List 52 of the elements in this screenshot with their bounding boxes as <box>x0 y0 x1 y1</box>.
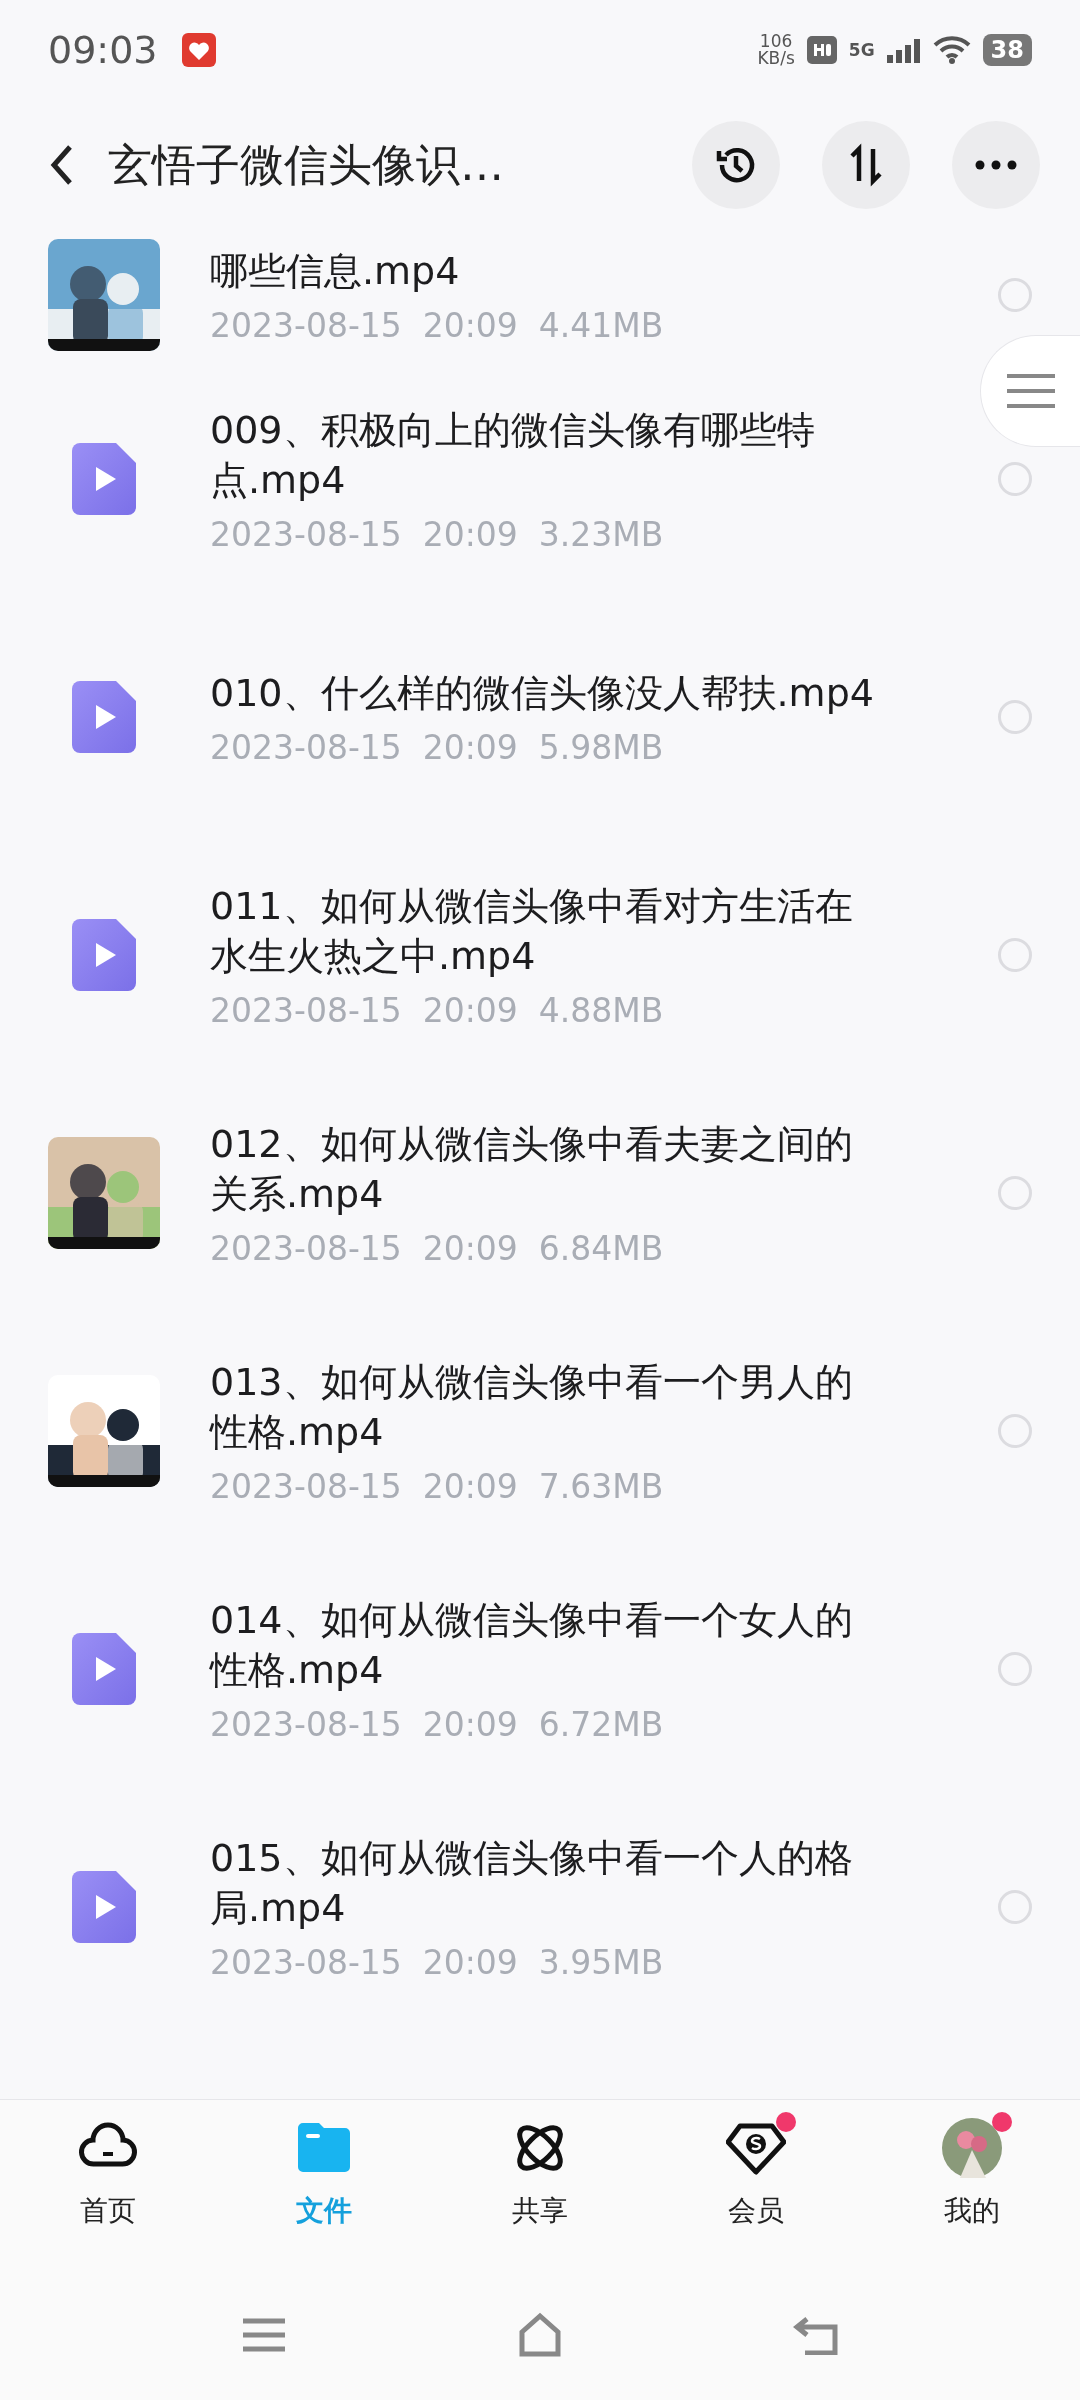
file-meta: 2023-08-15 20:09 4.88MB <box>210 990 665 1030</box>
file-row[interactable]: 014、如何从微信头像中看一个女人的性格.mp4 2023-08-15 20:09 6.72MB <box>0 1550 1080 1788</box>
video-file-icon <box>72 919 136 991</box>
file-name: 009、积极向上的微信头像有哪些特点.mp4 <box>210 406 816 504</box>
file-meta: 2023-08-15 20:09 6.84MB <box>210 1228 665 1268</box>
menu-icon <box>1004 373 1057 409</box>
avatar-icon <box>942 2118 1002 2178</box>
file-meta: 2023-08-15 20:09 3.23MB <box>210 514 665 554</box>
file-row[interactable]: 015、如何从微信头像中看一个人的格局.mp4 2023-08-15 20:09 3.95MB <box>0 1788 1080 2026</box>
file-row[interactable]: 011、如何从微信头像中看对方生活在水生火热之中.mp4 2023-08-15 20:09 4.88MB <box>0 836 1080 1074</box>
network-type: 5G <box>848 40 875 60</box>
file-name: 013、如何从微信头像中看一个男人的性格.mp4 <box>210 1358 854 1456</box>
notification-dot <box>776 2112 796 2132</box>
video-file-icon <box>72 1633 136 1705</box>
video-file-icon <box>72 681 136 753</box>
file-name: 哪些信息.mp4 <box>210 247 461 295</box>
file-row[interactable]: 012、如何从微信头像中看夫妻之间的关系.mp4 2023-08-15 20:09 6.84MB <box>0 1074 1080 1312</box>
nav-tab[interactable]: 会员 <box>648 2100 864 2270</box>
file-name: 014、如何从微信头像中看一个女人的性格.mp4 <box>210 1596 854 1694</box>
video-file-icon <box>72 443 136 515</box>
more-icon <box>974 160 1018 170</box>
file-row[interactable]: 哪些信息.mp4 2023-08-15 20:09 4.41MB <box>0 230 1080 360</box>
home-icon[interactable] <box>517 2312 563 2358</box>
file-meta: 2023-08-15 20:09 5.98MB <box>210 727 665 767</box>
back-icon[interactable] <box>50 144 74 186</box>
nav-tab[interactable]: 首页 <box>0 2100 216 2270</box>
app-notification-icon <box>181 33 216 67</box>
menu-icon[interactable] <box>241 2317 287 2353</box>
status-time: 09:03 <box>48 28 158 72</box>
nav-tab[interactable]: 共享 <box>432 2100 648 2270</box>
file-meta: 2023-08-15 20:09 3.95MB <box>210 1942 665 1982</box>
network-speed: 106 <box>759 33 793 50</box>
file-row[interactable]: 013、如何从微信头像中看一个男人的性格.mp4 2023-08-15 20:09 7.63MB <box>0 1312 1080 1550</box>
file-name: 011、如何从微信头像中看对方生活在水生火热之中.mp4 <box>210 882 854 980</box>
video-file-icon <box>72 1871 136 1943</box>
file-row[interactable]: 010、什么样的微信头像没人帮扶.mp4 2023-08-15 20:09 5.98MB <box>0 598 1080 836</box>
signal-icon <box>886 37 921 63</box>
notification-dot <box>992 2112 1012 2132</box>
file-name: 015、如何从微信头像中看一个人的格局.mp4 <box>210 1834 854 1932</box>
file-meta: 2023-08-15 20:09 6.72MB <box>210 1704 665 1744</box>
file-name: 010、什么样的微信头像没人帮扶.mp4 <box>210 669 875 717</box>
wifi-icon <box>932 36 971 64</box>
speed-unit: KB/s <box>757 50 795 67</box>
file-row[interactable]: 009、积极向上的微信头像有哪些特点.mp4 2023-08-15 20:09 3.23MB <box>0 360 1080 598</box>
side-menu-handle[interactable] <box>980 335 1080 447</box>
folder-title: 玄悟子微信头像识… <box>108 137 504 192</box>
hd-icon <box>806 36 837 64</box>
nav-tab[interactable]: 我的 <box>864 2100 1080 2270</box>
file-name: 012、如何从微信头像中看夫妻之间的关系.mp4 <box>210 1120 854 1218</box>
file-meta: 2023-08-15 20:09 4.41MB <box>210 305 665 345</box>
file-meta: 2023-08-15 20:09 7.63MB <box>210 1466 665 1506</box>
battery-level: 38 <box>982 34 1032 66</box>
